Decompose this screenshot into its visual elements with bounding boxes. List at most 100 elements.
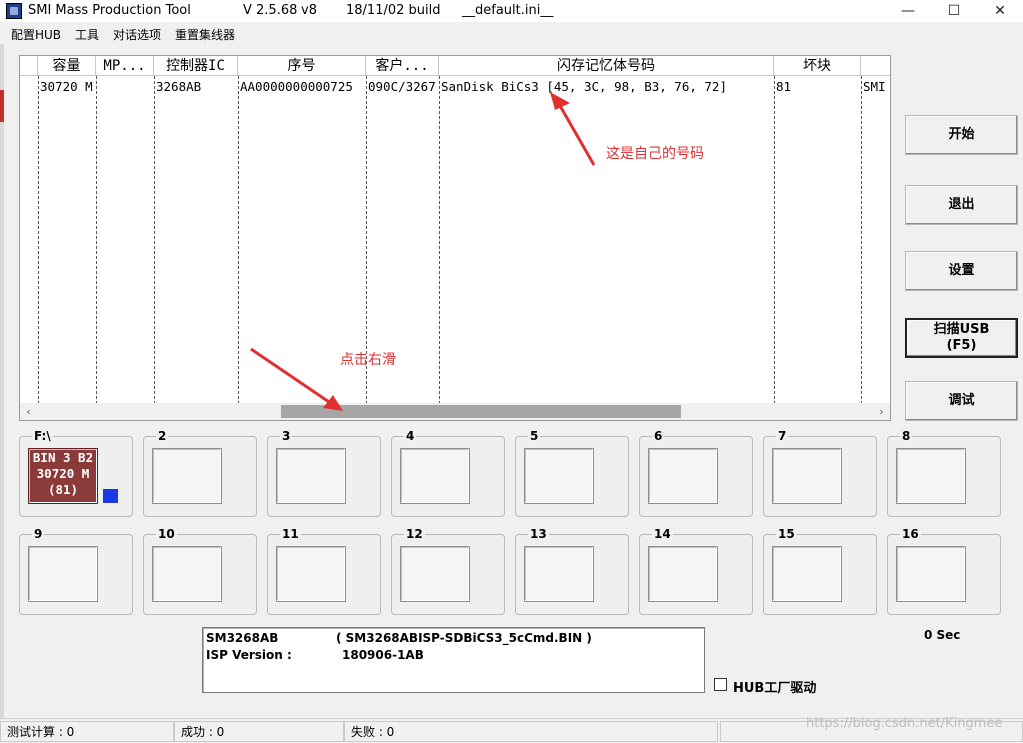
port-status[interactable] <box>400 448 470 504</box>
port-9[interactable]: 9 <box>19 527 133 615</box>
port-5[interactable]: 5 <box>515 429 629 517</box>
cell-controller: 3268AB <box>156 79 202 94</box>
quit-button[interactable]: 退出 <box>905 185 1018 225</box>
port-label: 9 <box>32 527 45 541</box>
app-icon <box>6 3 22 19</box>
col-header-index[interactable] <box>20 56 38 76</box>
port-status[interactable] <box>400 546 470 602</box>
watermark: https://blog.csdn.net/Kingmee <box>806 716 1003 731</box>
controller-model: SM3268AB <box>206 631 279 645</box>
cell-bad-blocks: 81 <box>776 79 792 94</box>
list-header: 容量 MP... 控制器IC 序号 客户... 闪存记忆体号码 坏块 <box>20 56 890 76</box>
start-button[interactable]: 开始 <box>905 115 1018 155</box>
port-status[interactable] <box>152 448 222 504</box>
port-3[interactable]: 3 <box>267 429 381 517</box>
firmware-info-box: SM3268AB ( SM3268ABISP-SDBiCS3_5cCmd.BIN… <box>202 627 705 693</box>
scan-usb-shortcut: (F5) <box>946 338 977 353</box>
port-label: 11 <box>280 527 301 541</box>
port-8[interactable]: 8 <box>887 429 1001 517</box>
port-1[interactable]: F:\ BIN 3 B2 30720 M (81) <box>19 429 133 517</box>
port-status[interactable] <box>276 546 346 602</box>
port-label: 13 <box>528 527 549 541</box>
menu-config-hub[interactable]: 配置HUB <box>11 26 61 43</box>
scroll-right-icon[interactable]: › <box>873 403 890 420</box>
port-label: 14 <box>652 527 673 541</box>
menu-reset-hub[interactable]: 重置集线器 <box>175 26 235 43</box>
settings-button[interactable]: 设置 <box>905 251 1018 291</box>
port-1-bad-blocks: (81) <box>47 482 79 497</box>
status-test-count: 测试计算 : 0 <box>0 721 174 742</box>
port-1-indicator <box>103 489 118 503</box>
maximize-button[interactable]: ☐ <box>931 0 977 22</box>
col-header-capacity[interactable]: 容量 <box>38 56 96 76</box>
port-status[interactable] <box>772 448 842 504</box>
horizontal-scrollbar[interactable]: ‹ › <box>20 403 890 420</box>
port-status[interactable] <box>648 448 718 504</box>
col-header-controller[interactable]: 控制器IC <box>154 56 238 76</box>
col-divider <box>238 76 239 404</box>
hub-factory-driver-label[interactable]: HUB工厂驱动 <box>733 677 816 696</box>
col-header-serial[interactable]: 序号 <box>238 56 366 76</box>
col-header-bad-blocks[interactable]: 坏块 <box>774 56 861 76</box>
isp-version-label: ISP Version : <box>206 648 292 662</box>
elapsed-time: 0 Sec <box>924 628 961 642</box>
menu-dialog-options[interactable]: 对话选项 <box>113 26 161 43</box>
port-status[interactable] <box>524 448 594 504</box>
col-header-flash-id[interactable]: 闪存记忆体号码 <box>439 56 774 76</box>
port-status[interactable] <box>648 546 718 602</box>
col-header-customer[interactable]: 客户... <box>366 56 439 76</box>
port-14[interactable]: 14 <box>639 527 753 615</box>
port-16[interactable]: 16 <box>887 527 1001 615</box>
scroll-left-icon[interactable]: ‹ <box>20 403 37 420</box>
status-fail: 失败 : 0 <box>344 721 718 742</box>
app-variant: v8 <box>301 3 317 18</box>
port-label: 12 <box>404 527 425 541</box>
menu-tools[interactable]: 工具 <box>75 26 99 43</box>
port-12[interactable]: 12 <box>391 527 505 615</box>
port-status[interactable] <box>772 546 842 602</box>
port-label: 10 <box>156 527 177 541</box>
col-divider <box>154 76 155 404</box>
port-label: 2 <box>156 429 169 443</box>
port-status[interactable] <box>152 546 222 602</box>
port-1-bin: BIN 3 B2 <box>32 450 94 465</box>
port-status[interactable] <box>896 546 966 602</box>
port-status[interactable] <box>276 448 346 504</box>
hub-factory-driver-checkbox[interactable] <box>714 678 727 691</box>
device-list[interactable]: 容量 MP... 控制器IC 序号 客户... 闪存记忆体号码 坏块 30720… <box>19 55 891 421</box>
port-1-label: F:\ <box>32 429 53 443</box>
port-status[interactable] <box>524 546 594 602</box>
port-1-status[interactable]: BIN 3 B2 30720 M (81) <box>28 448 98 504</box>
close-button[interactable]: ✕ <box>977 0 1023 22</box>
port-1-capacity: 30720 M <box>36 466 90 481</box>
port-label: 16 <box>900 527 921 541</box>
port-11[interactable]: 11 <box>267 527 381 615</box>
col-divider <box>439 76 440 404</box>
cell-serial: AA0000000000725 <box>240 79 353 94</box>
port-6[interactable]: 6 <box>639 429 753 517</box>
port-13[interactable]: 13 <box>515 527 629 615</box>
port-7[interactable]: 7 <box>763 429 877 517</box>
port-4[interactable]: 4 <box>391 429 505 517</box>
port-status[interactable] <box>896 448 966 504</box>
app-version: V 2.5.68 <box>243 3 298 18</box>
col-header-extra[interactable] <box>861 56 890 76</box>
cell-flash-id: SanDisk BiCs3 [45, 3C, 98, B3, 76, 72] <box>441 79 727 94</box>
port-label: 6 <box>652 429 665 443</box>
annotation-click-slide-right: 点击右滑 <box>340 352 396 368</box>
background-window-edge <box>0 44 4 743</box>
scan-usb-button[interactable]: 扫描USB (F5) <box>905 318 1018 358</box>
port-10[interactable]: 10 <box>143 527 257 615</box>
debug-button[interactable]: 调试 <box>905 381 1018 421</box>
port-2[interactable]: 2 <box>143 429 257 517</box>
cell-capacity: 30720 M <box>40 79 93 94</box>
minimize-button[interactable]: — <box>885 0 931 22</box>
port-status[interactable] <box>28 546 98 602</box>
col-divider <box>96 76 97 404</box>
title-bar: SMI Mass Production Tool V 2.5.68 v8 18/… <box>0 0 1023 22</box>
scrollbar-thumb[interactable] <box>281 405 681 418</box>
annotation-own-number: 这是自己的号码 <box>606 146 704 162</box>
ini-file: __default.ini__ <box>462 3 554 18</box>
port-15[interactable]: 15 <box>763 527 877 615</box>
col-header-mp[interactable]: MP... <box>96 56 154 76</box>
